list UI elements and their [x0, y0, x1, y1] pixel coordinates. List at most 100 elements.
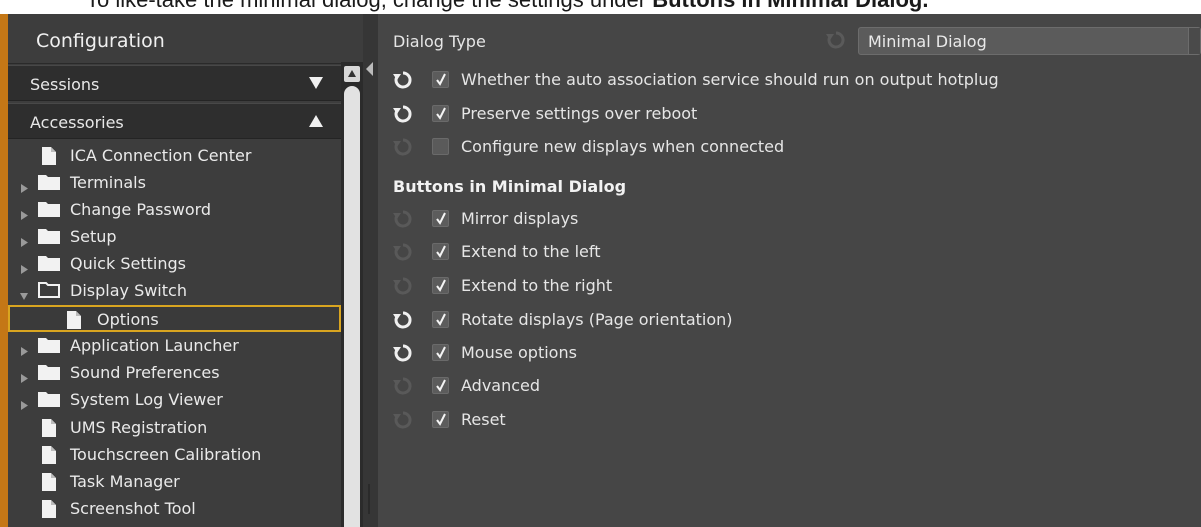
- panel-splitter[interactable]: [363, 14, 378, 527]
- tree-item[interactable]: Application Launcher: [8, 333, 341, 359]
- file-icon: [42, 147, 56, 169]
- checkbox[interactable]: [432, 105, 449, 122]
- expand-right-icon[interactable]: [20, 395, 28, 410]
- tree-item[interactable]: System Log Viewer: [8, 387, 341, 413]
- tree-item-label: ICA Connection Center: [70, 146, 252, 165]
- setting-label: Configure new displays when connected: [461, 137, 785, 156]
- setting-label: Extend to the left: [461, 242, 601, 261]
- expand-down-icon[interactable]: [20, 286, 28, 300]
- buttons-heading: Buttons in Minimal Dialog: [393, 177, 627, 196]
- folder-icon: [38, 391, 60, 411]
- checkbox[interactable]: [432, 138, 449, 155]
- expand-right-icon[interactable]: [20, 205, 28, 220]
- folder-icon: [38, 364, 60, 384]
- expand-right-icon[interactable]: [20, 178, 28, 193]
- file-icon: [42, 446, 56, 468]
- checkbox[interactable]: [432, 243, 449, 260]
- expand-right-icon[interactable]: [20, 368, 28, 383]
- setting-label: Mouse options: [461, 343, 577, 362]
- file-icon: [42, 473, 56, 495]
- instruction-banner: To like-take the minimal dialog, change …: [0, 0, 1201, 14]
- checkmark-icon: [436, 313, 446, 326]
- tree-item[interactable]: UMS Registration: [8, 415, 341, 441]
- section-accessories[interactable]: Accessories: [8, 103, 341, 139]
- reset-icon: [392, 275, 414, 297]
- expand-right-icon[interactable]: [20, 259, 28, 274]
- tree-item-label: UMS Registration: [70, 418, 208, 437]
- tree-item-label: Terminals: [70, 173, 146, 192]
- tree-item-label: Setup: [70, 227, 117, 246]
- tree-item-label: System Log Viewer: [70, 390, 223, 409]
- reset-icon: [826, 31, 845, 49]
- tree-item-label: Options: [97, 310, 159, 329]
- tree-item[interactable]: ICA Connection Center: [8, 143, 341, 169]
- reset-icon: [392, 208, 414, 230]
- folder-icon: [38, 255, 60, 275]
- triangle-down-icon: [309, 77, 323, 89]
- arrow-up-icon: [348, 70, 356, 77]
- checkbox[interactable]: [432, 377, 449, 394]
- dialog-type-label: Dialog Type: [393, 32, 486, 51]
- folder-icon: [38, 201, 60, 221]
- setting-label: Whether the auto association service sho…: [461, 70, 999, 89]
- folder-icon: [38, 228, 60, 248]
- section-sessions[interactable]: Sessions: [8, 65, 341, 101]
- reset-icon: [392, 409, 414, 431]
- file-icon: [42, 419, 56, 441]
- setting-label: Mirror displays: [461, 209, 579, 228]
- tree-item[interactable]: Screenshot Tool: [8, 496, 341, 522]
- reset-icon: [392, 136, 414, 158]
- tree-item[interactable]: Change Password: [8, 197, 341, 223]
- tree-item-label: Task Manager: [70, 472, 180, 491]
- dropdown-button[interactable]: [1188, 28, 1200, 54]
- file-icon: [67, 311, 81, 333]
- tree-item[interactable]: Setup: [8, 224, 341, 250]
- file-icon: [42, 500, 56, 522]
- tree-item-label: Application Launcher: [70, 336, 239, 355]
- collapse-arrow-icon[interactable]: [366, 62, 374, 76]
- reset-icon[interactable]: [392, 103, 414, 125]
- folder-icon: [38, 174, 60, 194]
- reset-icon[interactable]: [392, 69, 414, 91]
- splitter-grip: [368, 484, 370, 514]
- expand-right-icon[interactable]: [20, 341, 28, 356]
- tree-item-label: Change Password: [70, 200, 212, 219]
- tree-item-label: Sound Preferences: [70, 363, 220, 382]
- checkbox[interactable]: [432, 411, 449, 428]
- sidebar-scrollbar[interactable]: [341, 62, 363, 527]
- sidebar-title: Configuration: [36, 30, 165, 52]
- checkbox[interactable]: [432, 277, 449, 294]
- checkbox[interactable]: [432, 311, 449, 328]
- tree-item[interactable]: Terminals: [8, 170, 341, 196]
- checkbox[interactable]: [432, 210, 449, 227]
- checkbox[interactable]: [432, 71, 449, 88]
- reset-icon[interactable]: [392, 309, 414, 331]
- settings-panel: Dialog Type Minimal Dialog Buttons in Mi…: [378, 14, 1201, 527]
- folder-open-icon: [38, 282, 60, 302]
- tree-item-label: Display Switch: [70, 281, 187, 300]
- scrollbar-thumb[interactable]: [344, 86, 360, 527]
- checkmark-icon: [436, 107, 446, 120]
- tree-item-label: Touchscreen Calibration: [70, 445, 262, 464]
- sidebar-header: Configuration: [8, 14, 341, 64]
- tree-item[interactable]: Sound Preferences: [8, 360, 341, 386]
- scroll-up-button[interactable]: [344, 66, 360, 82]
- instruction-text: To like-take the minimal dialog, change …: [86, 0, 652, 12]
- tree-item[interactable]: Task Manager: [8, 469, 341, 495]
- setting-label: Rotate displays (Page orientation): [461, 310, 733, 329]
- checkmark-icon: [436, 245, 446, 258]
- folder-icon: [38, 337, 60, 357]
- reset-icon[interactable]: [392, 342, 414, 364]
- tree-item[interactable]: Display Switch: [8, 278, 341, 304]
- expand-right-icon[interactable]: [20, 232, 28, 247]
- checkbox[interactable]: [432, 344, 449, 361]
- tree-item-label: Screenshot Tool: [70, 499, 196, 518]
- dialog-type-dropdown[interactable]: Minimal Dialog: [858, 27, 1201, 55]
- reset-icon: [392, 375, 414, 397]
- checkmark-icon: [436, 413, 446, 426]
- tree-item[interactable]: Options: [8, 305, 341, 332]
- checkmark-icon: [436, 73, 446, 86]
- checkmark-icon: [436, 379, 446, 392]
- tree-item[interactable]: Quick Settings: [8, 251, 341, 277]
- tree-item[interactable]: Touchscreen Calibration: [8, 442, 341, 468]
